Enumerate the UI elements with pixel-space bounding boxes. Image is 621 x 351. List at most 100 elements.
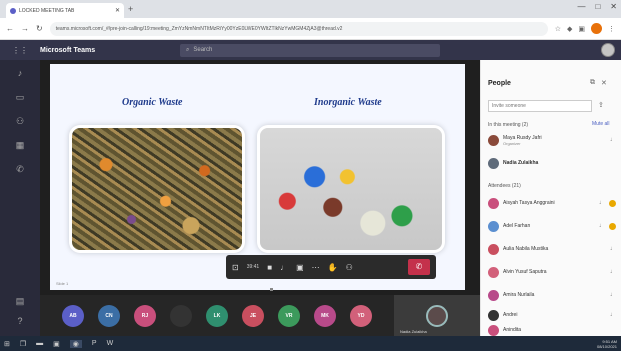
puzzle-icon[interactable]: ▣ [578,25,585,33]
app-launcher-icon[interactable]: ⋮⋮ [0,46,40,55]
teams-favicon-icon [10,7,16,14]
reload-icon[interactable]: ↻ [36,24,43,33]
mute-all-button[interactable]: Mute all [592,121,610,127]
back-icon[interactable]: ← [6,24,14,33]
participant-avatar[interactable] [170,304,192,327]
apps-icon[interactable]: ▤ [14,296,26,306]
participant-avatar[interactable]: AB [62,304,84,327]
in-meeting-label: In this meeting (2) [488,122,529,128]
menu-icon[interactable]: ⋮ [608,25,615,33]
participant-avatar[interactable]: RJ [134,304,156,327]
panel-title: People [488,80,511,87]
share-screen-icon[interactable]: ▣ [296,263,304,272]
microphone-icon: ♩ [610,292,616,298]
call-timer: 39:41 [246,264,260,270]
participant-avatar[interactable]: MK [314,304,336,327]
participant-avatar[interactable]: YD [350,304,372,327]
raised-hand-icon [609,199,616,207]
self-video-tile[interactable]: Nadia Zulaikha [394,295,480,336]
address-bar-row: ← → ↻ teams.microsoft.com/_#/pre-join-ca… [0,18,621,40]
file-explorer-icon[interactable]: ▬ [36,340,43,347]
avatar [488,266,499,278]
participant-avatar[interactable]: CN [98,304,120,327]
attendee-row[interactable]: Aisyah Tasya Anggraini ♩ [488,195,616,211]
avatar [488,289,499,301]
forward-icon[interactable]: → [21,24,29,33]
avatar [488,324,499,336]
help-icon[interactable]: ? [14,316,26,326]
search-input[interactable]: ⌕ Search [180,43,440,57]
powerpoint-icon[interactable]: P [92,340,97,347]
inorganic-caption: Inorganic Waste [314,97,382,108]
presenter-name: Nadia Zulaikha [503,160,539,166]
attendee-row[interactable]: Alvin Yusuf Saputra ♩ [488,264,616,280]
maximize-icon[interactable]: □ [595,2,600,11]
minimize-icon[interactable]: — [577,2,585,11]
task-view-icon[interactable]: ❐ [20,340,26,348]
profile-icon[interactable] [591,23,602,34]
participant-avatar[interactable]: VR [278,304,300,327]
hang-up-button[interactable]: ✆ [408,259,430,275]
organic-waste-photo [72,128,242,250]
tab-title: LOCKED MEETING TAB [19,7,75,14]
camera-icon[interactable]: ■ [267,263,272,272]
attendee-row[interactable]: Andrei ♩ [488,307,616,323]
avatar [488,197,499,209]
avatar [488,243,499,255]
browser-tab[interactable]: LOCKED MEETING TAB ✕ [6,3,124,18]
invite-input[interactable]: Invite someone [488,100,592,112]
microphone-icon: ♩ [610,312,616,318]
participants-icon[interactable]: ⚇ [346,263,353,272]
new-tab-button[interactable]: + [128,4,138,14]
presenter-name: Maya Rusdy Jafri [503,134,542,141]
calendar-icon[interactable]: ▦ [14,140,26,150]
self-name: Nadia Zulaikha [400,329,427,334]
raise-hand-icon[interactable]: ✋ [328,263,338,272]
attendee-row[interactable]: Adel Farhan ♩ [488,218,616,234]
search-placeholder: Search [193,47,213,53]
attendee-row[interactable]: Aulia Nabila Mustika ♩ [488,241,616,257]
word-icon[interactable]: W [107,340,114,347]
close-panel-icon[interactable]: ✕ [601,79,607,87]
raised-hand-icon [609,222,616,230]
attendee-name: Andrei [503,312,518,318]
presenter-row[interactable]: Nadia Zulaikha [488,155,616,171]
mouse-cursor [270,288,273,291]
attendee-name: Anindita [503,327,522,333]
extension-icon[interactable]: ◆ [567,25,572,33]
microphone-icon: ♩ [599,223,605,229]
avatar [488,134,499,146]
chat-icon[interactable]: ▭ [14,92,26,102]
participant-strip: AB CN RJ LK JE VR MK YD Nadia Zulaikha [40,295,480,336]
teams-header: ⋮⋮ Microsoft Teams ⌕ Search [0,40,621,60]
participant-avatar[interactable]: JE [242,304,264,327]
calls-icon[interactable]: ✆ [14,164,26,174]
attendee-name: Aulia Nabila Mustika [503,246,549,252]
presenter-row[interactable]: Maya Rusdy Jafri Organizer ♩ [488,132,616,148]
slide-number: Slide 1 [56,281,69,286]
participant-avatar[interactable]: LK [206,304,228,327]
store-icon[interactable]: ▣ [53,340,60,348]
app-title: Microsoft Teams [40,46,96,54]
app-rail: ♪ ▭ ⚇ ▦ ✆ ▤ ? [0,60,40,336]
start-icon[interactable]: ⊞ [4,340,10,348]
avatar [488,220,499,232]
share-invite-icon[interactable]: ⇪ [598,101,604,109]
more-options-icon[interactable]: ⋯ [312,263,320,272]
attendee-row[interactable]: Amira Nurlaila ♩ [488,287,616,303]
call-controls: ⊡ 39:41 ■ ♩ ▣ ⋯ ✋ ⚇ ✆ [226,255,436,279]
attendee-name: Adel Farhan [503,223,531,229]
pop-out-icon[interactable]: ⧉ [590,79,595,87]
chrome-icon[interactable]: ◉ [69,339,82,348]
teams-icon[interactable]: ⚇ [14,116,26,126]
microphone-icon[interactable]: ♩ [280,263,288,272]
presenter-role: Organizer [503,140,521,146]
expand-icon[interactable]: ⊡ [232,263,239,272]
star-icon[interactable]: ☆ [555,25,561,33]
activity-icon[interactable]: ♪ [14,68,26,78]
url-field[interactable]: teams.microsoft.com/_#/pre-join-calling/… [49,21,548,36]
attendee-name: Amira Nurlaila [503,292,535,298]
close-window-icon[interactable]: ✕ [610,2,617,11]
user-avatar[interactable] [601,43,615,57]
close-tab-icon[interactable]: ✕ [115,7,120,14]
